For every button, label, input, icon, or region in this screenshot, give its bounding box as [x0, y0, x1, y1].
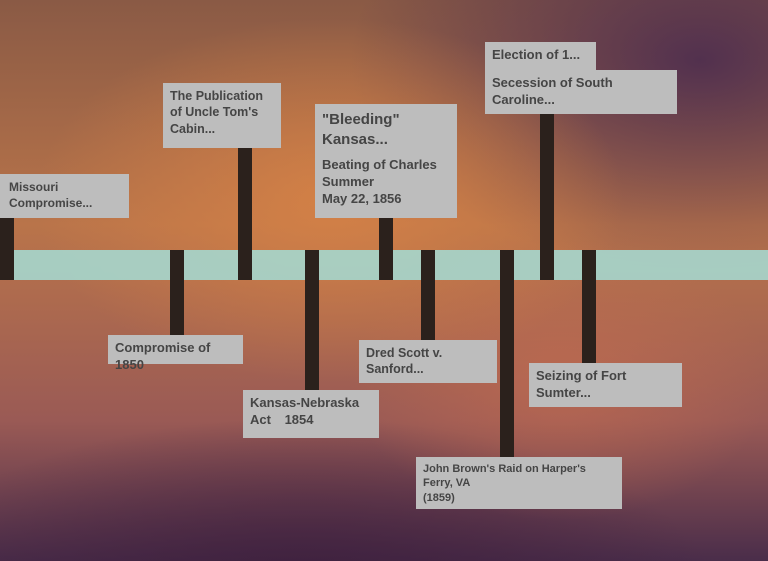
event-uncle-toms-cabin[interactable]: The Publication of Uncle Tom's Cabin... — [163, 83, 281, 148]
event-label: Compromise of 1850 — [115, 340, 211, 372]
event-sublabel: Beating of Charles Summer — [322, 157, 437, 189]
event-label: Secession of South Caroline... — [492, 75, 613, 107]
stem-missouri — [0, 218, 14, 280]
stem-bleeding-kansas — [379, 218, 393, 280]
event-fort-sumter[interactable]: Seizing of Fort Sumter... — [529, 363, 682, 407]
event-john-brown[interactable]: John Brown's Raid on Harper's Ferry, VA … — [416, 457, 622, 509]
stem-fort-sumter — [582, 250, 596, 363]
event-missouri-compromise[interactable]: Missouri Compromise... — [0, 174, 129, 218]
stem-kansas-nebraska — [305, 250, 319, 390]
stem-secession — [540, 114, 554, 280]
event-year: 1854 — [284, 411, 314, 427]
event-kansas-nebraska[interactable]: Kansas-Nebraska Act 1854 — [243, 390, 379, 438]
event-label: The Publication of Uncle Tom's Cabin... — [170, 89, 264, 136]
event-date: May 22, 1856 — [322, 190, 402, 206]
event-secession[interactable]: Secession of South Caroline... — [485, 70, 677, 114]
event-label: Seizing of Fort Sumter... — [536, 368, 627, 400]
stem-compromise-1850 — [170, 250, 184, 335]
event-year: (1859) — [423, 491, 455, 504]
event-label: John Brown's Raid on Harper's Ferry, VA — [423, 463, 586, 490]
event-bleeding-kansas[interactable]: "Bleeding" Kansas... Beating of Charles … — [315, 104, 457, 218]
event-dred-scott[interactable]: Dred Scott v. Sanford... — [359, 340, 497, 383]
stem-uncle-tom — [238, 148, 252, 280]
stem-dred-scott — [421, 250, 435, 340]
event-compromise-1850[interactable]: Compromise of 1850 — [108, 335, 243, 372]
event-election[interactable]: Election of 1... — [485, 42, 596, 70]
event-label: Dred Scott v. Sanford... — [366, 346, 443, 377]
stem-john-brown — [500, 250, 514, 457]
event-label: Election of 1... — [492, 47, 581, 62]
event-label: "Bleeding" Kansas... — [322, 111, 400, 148]
event-label: Missouri Compromise... — [9, 180, 93, 210]
